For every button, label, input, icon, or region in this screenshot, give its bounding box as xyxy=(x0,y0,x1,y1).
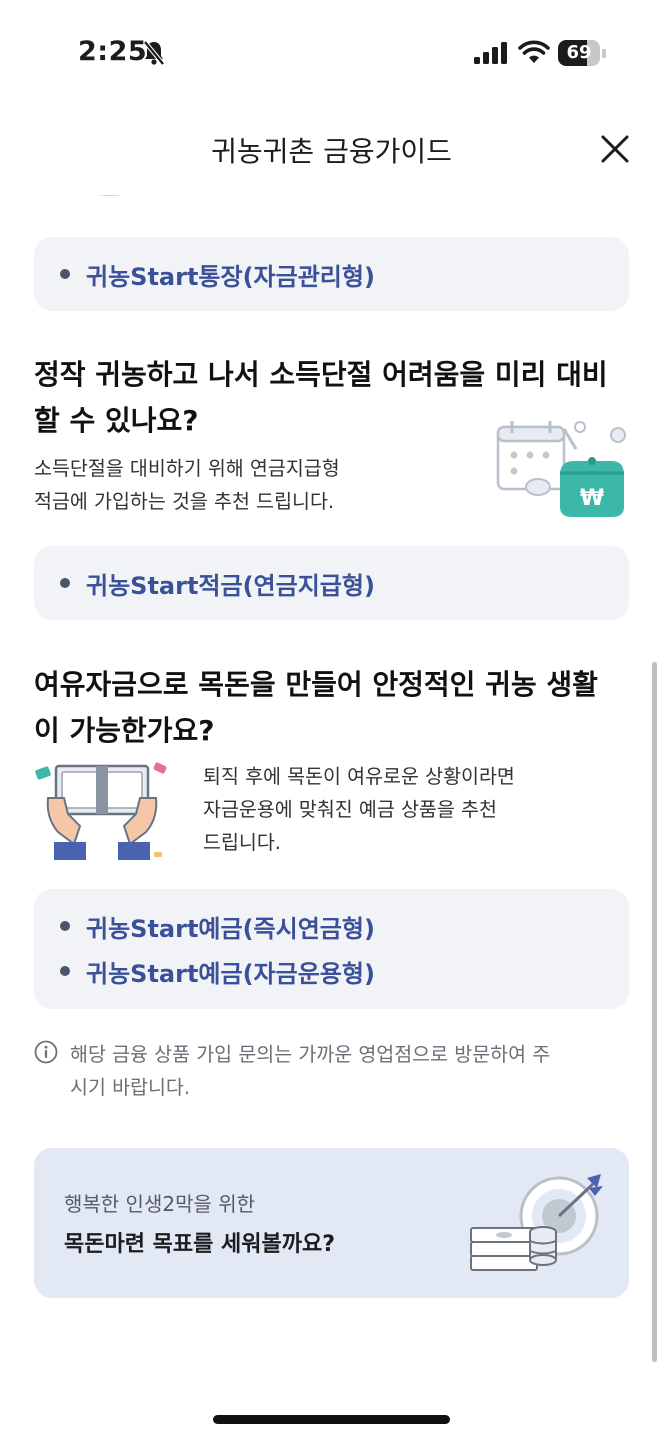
product-card-pension: 귀농Start적금(연금지급형) xyxy=(34,546,629,620)
cellular-signal-icon xyxy=(474,42,507,64)
savings-goal-banner[interactable]: 행복한 인생2막을 위한 목돈마련 목표를 세워볼까요? xyxy=(34,1148,629,1298)
bell-slash-icon xyxy=(143,40,165,66)
status-bar: 2:25 69 xyxy=(0,0,663,100)
link-account-management[interactable]: 귀농Start통장(자금관리형) xyxy=(60,254,375,294)
info-icon xyxy=(34,1040,58,1064)
page-title: 귀농귀촌 금융가이드 xyxy=(211,135,452,168)
svg-text:₩: ₩ xyxy=(580,486,604,511)
banner-title: 목돈마련 목표를 세워볼까요? xyxy=(64,1232,335,1257)
banner-subtitle: 행복한 인생2막을 위한 xyxy=(64,1192,256,1216)
battery-percent: 69 xyxy=(566,42,592,63)
calendar-wallet-illustration: ₩ xyxy=(496,421,626,517)
status-time: 2:25 xyxy=(78,36,148,67)
section-desc-deposit: 퇴직 후에 목돈이 여유로운 상황이라면 자금운용에 맞춰진 예금 상품을 추천… xyxy=(203,765,515,854)
link-deposit-fund-management[interactable]: 귀농Start예금(자금운용형) xyxy=(60,951,375,991)
link-deposit-immediate-pension[interactable]: 귀농Start예금(즉시연금형) xyxy=(60,906,375,946)
hands-money-illustration xyxy=(35,762,167,860)
product-card-account: 귀농Start통장(자금관리형) xyxy=(34,237,629,311)
nav-bar: 귀농귀촌 금융가이드 xyxy=(0,100,663,195)
product-card-deposit: 귀농Start예금(즉시연금형) 귀농Start예금(자금운용형) xyxy=(34,889,629,1009)
notice-text: 해당 금융 상품 가입 문의는 가까운 영업점으로 방문하여 주 시기 바랍니다… xyxy=(70,1043,551,1099)
scrollbar[interactable] xyxy=(652,662,657,1362)
target-money-illustration xyxy=(470,1174,603,1271)
battery-icon: 69 xyxy=(558,40,606,66)
home-indicator[interactable] xyxy=(213,1415,450,1424)
section-desc-pension: 소득단절을 대비하기 위해 연금지급형 적금에 가입하는 것을 추천 드립니다. xyxy=(34,457,340,513)
wifi-icon xyxy=(518,40,550,63)
link-pension-savings[interactable]: 귀농Start적금(연금지급형) xyxy=(60,563,375,603)
close-icon[interactable] xyxy=(596,130,634,168)
section-title-deposit: 여유자금으로 목돈을 만들어 안정적인 귀농 생활 이 가능한가요? xyxy=(34,668,598,747)
